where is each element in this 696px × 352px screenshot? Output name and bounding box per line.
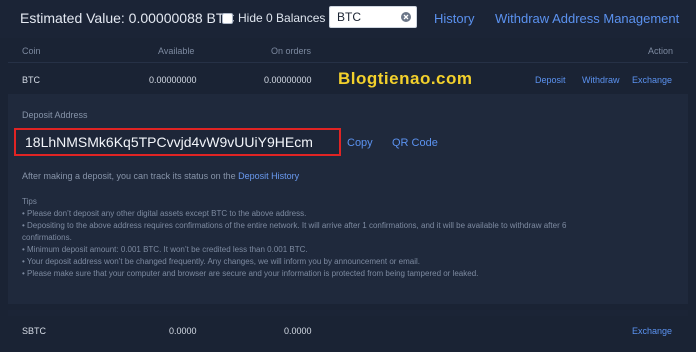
tip-line: • Please make sure that your computer an… [22,269,479,278]
row-on-orders-btc: 0.00000000 [264,75,312,85]
coin-search-box[interactable] [329,6,417,28]
row-on-orders-sbtc: 0.0000 [284,326,312,336]
hide-zero-label: Hide 0 Balances [238,11,326,25]
row-separator [8,310,688,316]
tip-line: • Please don’t deposit any other digital… [22,209,307,218]
hide-zero-balances-toggle[interactable]: Hide 0 Balances [222,11,325,25]
coin-search-input[interactable] [337,10,397,24]
withdraw-button[interactable]: Withdraw [582,75,620,85]
tip-line: • Depositing to the above address requir… [22,221,567,230]
row-coin-sbtc: SBTC [22,326,47,336]
deposit-history-link[interactable]: Deposit History [238,171,299,181]
watermark-text: Blogtienao.com [338,69,473,88]
header-divider [8,62,688,63]
deposit-button[interactable]: Deposit [535,75,566,85]
history-link[interactable]: History [434,11,474,26]
deposit-history-note: After making a deposit, you can track it… [22,171,299,181]
estimated-value: Estimated Value: 0.00000088 BTC [20,10,235,26]
clear-icon[interactable] [401,12,411,22]
column-header-on-orders: On orders [271,46,312,56]
tips-title: Tips [22,197,37,206]
hide-zero-checkbox[interactable] [222,12,233,24]
column-header-coin: Coin [22,46,41,56]
withdraw-address-management-link[interactable]: Withdraw Address Management [495,11,679,26]
column-header-available: Available [158,46,195,56]
column-header-action: Action [648,46,674,56]
tips-section: Tips • Please don’t deposit any other di… [22,196,684,280]
copy-button[interactable]: Copy [347,137,373,149]
deposit-address-label: Deposit Address [22,110,88,120]
deposit-history-note-text: After making a deposit, you can track it… [22,171,239,181]
tip-line: • Your deposit address won’t be changed … [22,257,420,266]
deposit-address-box: 18LhNMSMk6Kq5TPCvvjd4vW9vUUiY9HEcm [14,128,341,156]
row-coin-btc: BTC [22,75,40,85]
exchange-button-btc[interactable]: Exchange [632,75,672,85]
deposit-address: 18LhNMSMk6Kq5TPCvvjd4vW9vUUiY9HEcm [25,134,313,150]
qr-code-button[interactable]: QR Code [392,137,438,149]
row-available-btc: 0.00000000 [149,75,197,85]
tip-line: • Minimum deposit amount: 0.001 BTC. It … [22,245,308,254]
tip-line: confirmations. [22,233,72,242]
row-available-sbtc: 0.0000 [169,326,197,336]
exchange-button-sbtc[interactable]: Exchange [632,326,672,336]
